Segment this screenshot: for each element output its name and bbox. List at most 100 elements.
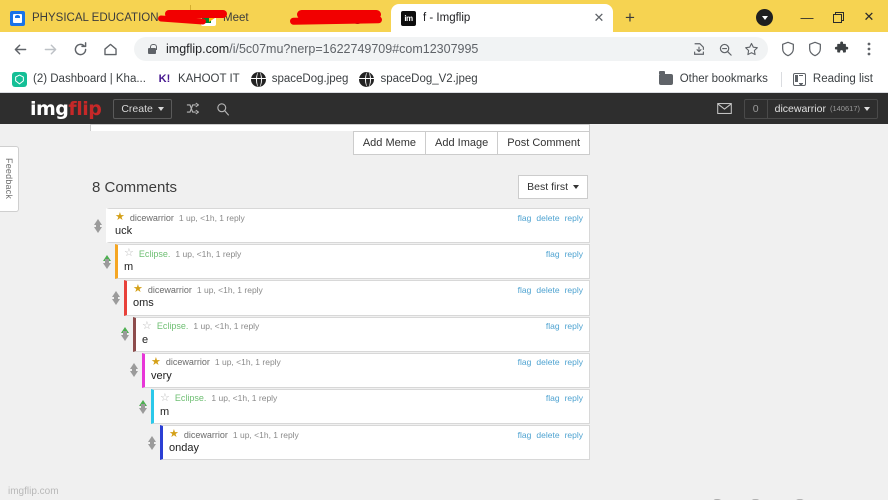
profile-avatar-icon[interactable] <box>756 8 773 26</box>
shield-icon-2[interactable] <box>801 36 828 62</box>
comment-username[interactable]: Eclipse. <box>139 249 171 259</box>
user-points: (140617) <box>829 104 860 113</box>
create-button-label: Create <box>121 102 153 115</box>
comment-flag-link[interactable]: flag <box>546 393 560 403</box>
window-minimize-button[interactable]: — <box>792 4 822 30</box>
comments-sort-label: Best first <box>527 181 568 193</box>
user-menu[interactable]: 0 dicewarrior (140617) <box>743 98 878 119</box>
star-icon[interactable]: ☆ <box>160 392 170 404</box>
comment-reply-link[interactable]: reply <box>565 285 583 295</box>
shuffle-icon[interactable] <box>186 102 202 115</box>
bookmark-item-0[interactable]: (2) Dashboard | Kha... <box>8 69 153 90</box>
reading-list-button[interactable]: Reading list <box>788 69 880 90</box>
comment-delete-link[interactable]: delete <box>536 213 559 223</box>
search-icon[interactable] <box>216 102 230 116</box>
imgflip-logo[interactable]: imgflip <box>30 98 102 120</box>
bookmark-item-1[interactable]: K! KAHOOT IT <box>153 69 247 90</box>
tab-recording-indicator-icon[interactable] <box>352 12 363 24</box>
zoom-out-icon[interactable] <box>712 36 738 62</box>
comment-username[interactable]: dicewarrior <box>148 285 192 295</box>
extensions-puzzle-icon[interactable] <box>828 36 855 62</box>
create-button[interactable]: Create <box>113 98 172 119</box>
lock-icon[interactable] <box>146 43 158 55</box>
comment-flag-link[interactable]: flag <box>518 357 532 367</box>
shield-icon-1[interactable] <box>774 36 801 62</box>
comment-vote-controls <box>144 425 160 460</box>
star-icon[interactable]: ☆ <box>142 320 152 332</box>
browser-tab-1[interactable]: Meet ✕ <box>191 4 391 32</box>
window-close-button[interactable]: ✕ <box>854 4 884 30</box>
bookmarks-divider <box>780 71 782 87</box>
comment-reply-link[interactable]: reply <box>565 430 583 440</box>
comment-flag-link[interactable]: flag <box>518 213 532 223</box>
bookmark-item-2[interactable]: spaceDog.jpeg <box>247 69 356 90</box>
comment-reply-link[interactable]: reply <box>565 249 583 259</box>
comment-username[interactable]: Eclipse. <box>157 321 189 331</box>
comment-delete-link[interactable]: delete <box>536 357 559 367</box>
comment-username[interactable]: dicewarrior <box>130 213 174 223</box>
comment-flag-link[interactable]: flag <box>546 321 560 331</box>
browser-tab-0-close-icon[interactable]: ✕ <box>168 10 184 26</box>
browser-tab-1-close-icon[interactable]: ✕ <box>369 10 385 26</box>
notification-count[interactable]: 0 <box>745 99 768 118</box>
comment-vote-controls <box>108 280 124 315</box>
downvote-arrow-icon[interactable] <box>94 222 102 233</box>
username-menu-label[interactable]: dicewarrior (140617) <box>768 100 877 118</box>
comment-flag-link[interactable]: flag <box>518 430 532 440</box>
comment-reply-link[interactable]: reply <box>565 393 583 403</box>
comment-username[interactable]: Eclipse. <box>175 393 207 403</box>
add-meme-button[interactable]: Add Meme <box>352 131 427 155</box>
downvote-arrow-icon[interactable] <box>112 294 120 305</box>
comment-username[interactable]: dicewarrior <box>184 430 228 440</box>
comment-flag-link[interactable]: flag <box>546 249 560 259</box>
home-icon[interactable] <box>96 35 124 63</box>
add-image-button[interactable]: Add Image <box>426 131 499 155</box>
comment-textarea-bottom-edge[interactable] <box>90 124 590 131</box>
bookmark-star-icon[interactable] <box>738 36 764 62</box>
back-arrow-icon[interactable] <box>6 35 34 63</box>
bookmark-item-3[interactable]: spaceDog_V2.jpeg <box>355 69 484 90</box>
comments-header: 8 Comments Best first <box>90 175 590 199</box>
comment-delete-link[interactable]: delete <box>536 430 559 440</box>
comment-reply-link[interactable]: reply <box>565 357 583 367</box>
window-maximize-button[interactable] <box>823 4 853 30</box>
bookmarks-bar: (2) Dashboard | Kha... K! KAHOOT IT spac… <box>0 66 888 93</box>
browser-tab-0[interactable]: PHYSICAL EDUCATION ✕ <box>0 4 190 32</box>
forward-arrow-icon[interactable] <box>36 35 64 63</box>
star-icon[interactable]: ★ <box>169 429 179 440</box>
browser-tab-2-close-icon[interactable]: ✕ <box>591 10 607 26</box>
comments-sort-dropdown[interactable]: Best first <box>518 175 588 199</box>
comment-reply-link[interactable]: reply <box>565 321 583 331</box>
reload-icon[interactable] <box>66 35 94 63</box>
comment-delete-link[interactable]: delete <box>536 285 559 295</box>
downvote-arrow-icon[interactable] <box>139 403 147 414</box>
chevron-down-icon <box>157 106 164 111</box>
feedback-tab[interactable]: Feedback <box>0 146 19 212</box>
downvote-arrow-icon[interactable] <box>121 331 129 342</box>
comment-meta: ☆ Eclipse. 1 up, <1h, 1 reply flag reply <box>160 392 583 404</box>
post-comment-button[interactable]: Post Comment <box>498 131 590 155</box>
star-icon[interactable]: ☆ <box>124 248 134 259</box>
comment-text: onday <box>169 442 199 455</box>
comment-flag-link[interactable]: flag <box>518 285 532 295</box>
downvote-arrow-icon[interactable] <box>130 367 138 378</box>
envelope-icon[interactable] <box>716 103 732 114</box>
other-bookmarks-button[interactable]: Other bookmarks <box>655 69 775 90</box>
comment-meta: ★ dicewarrior 1 up, <1h, 1 reply flag delete… <box>151 356 583 368</box>
new-tab-button[interactable]: + <box>617 5 643 31</box>
star-icon[interactable]: ★ <box>151 356 161 368</box>
address-bar[interactable]: imgflip.com/i/5c07mu?nerp=1622749709#com… <box>134 37 768 61</box>
browser-toolbar: imgflip.com/i/5c07mu?nerp=1622749709#com… <box>0 32 888 66</box>
comment-action-links: flag delete reply <box>518 357 583 367</box>
comment-row: ★ dicewarrior 1 up, <1h, 1 reply flag delete… <box>90 208 590 244</box>
downvote-arrow-icon[interactable] <box>148 439 156 450</box>
chrome-menu-icon[interactable] <box>855 36 882 62</box>
comment-reply-link[interactable]: reply <box>565 213 583 223</box>
browser-tab-2[interactable]: im f - Imgflip ✕ <box>391 4 613 32</box>
install-icon[interactable] <box>686 36 712 62</box>
comment-username[interactable]: dicewarrior <box>166 357 210 367</box>
star-icon[interactable]: ★ <box>115 212 125 223</box>
downvote-arrow-icon[interactable] <box>103 258 111 269</box>
star-icon[interactable]: ★ <box>133 284 143 295</box>
comment-vote-controls <box>99 244 115 279</box>
